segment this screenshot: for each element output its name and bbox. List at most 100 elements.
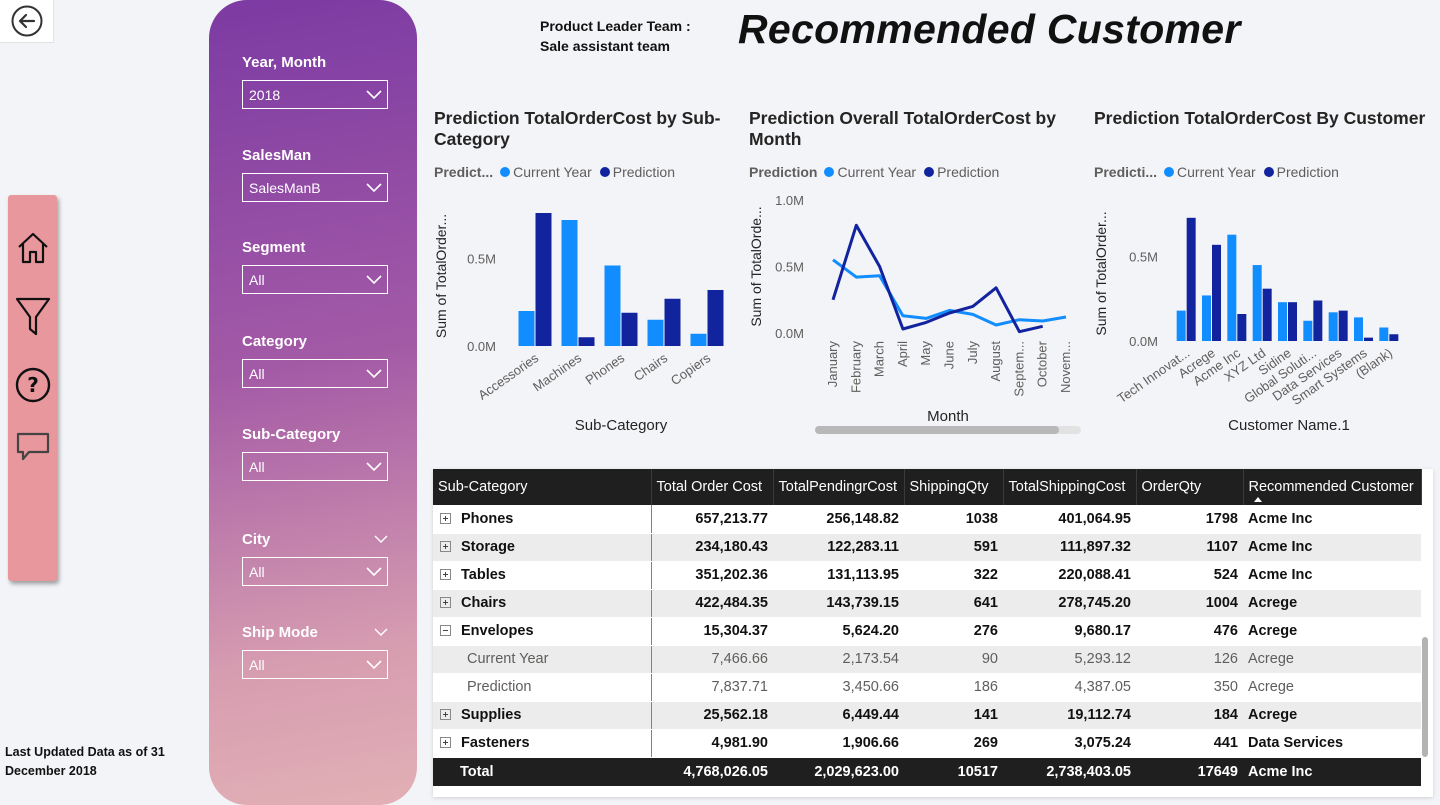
home-button[interactable]: [14, 228, 52, 268]
year-month-dropdown[interactable]: 2018: [242, 80, 388, 109]
chevron-down-icon: [366, 659, 382, 669]
expand-plus-icon[interactable]: [440, 569, 451, 580]
last-updated-line1: Last Updated Data as of 31: [5, 745, 165, 759]
expand-plus-icon[interactable]: [440, 541, 451, 552]
bar-prediction: [621, 312, 638, 346]
category-dropdown[interactable]: All: [242, 359, 388, 388]
x-tick-label: March: [872, 341, 887, 377]
dropdown-value: All: [249, 271, 265, 288]
team-label: Product Leader Team : Sale assistant tea…: [540, 16, 691, 56]
cell-recommended-customer: Data Services: [1243, 729, 1421, 758]
chat-button[interactable]: [14, 427, 52, 467]
table-row[interactable]: Phones 657,213.77 256,148.82 1038 401,06…: [433, 505, 1421, 534]
x-axis-label: Sub-Category: [575, 417, 668, 434]
cell-shipping-qty: 591: [904, 533, 1003, 562]
column-header-order-qty[interactable]: OrderQty: [1136, 469, 1244, 505]
table-row[interactable]: Fasteners 4,981.90 1,906.66 269 3,075.24…: [433, 729, 1421, 758]
bar-prediction: [1364, 337, 1373, 341]
column-header-shipping-qty[interactable]: ShippingQty: [904, 469, 1004, 505]
chevron-down-icon: [366, 368, 382, 378]
recommended-customer-matrix[interactable]: Sub-Category Total Order Cost TotalPendi…: [433, 469, 1433, 797]
expand-plus-icon[interactable]: [440, 709, 451, 720]
collapse-chevron-icon[interactable]: [374, 627, 388, 637]
collapse-chevron-icon[interactable]: [374, 534, 388, 544]
chart-subcategory[interactable]: Prediction TotalOrderCost by Sub-Categor…: [433, 108, 734, 438]
cell-shipping-qty: 641: [904, 589, 1003, 618]
table-row-child[interactable]: Current Year 7,466.66 2,173.54 90 5,293.…: [433, 645, 1421, 674]
x-tick-label: Novem...: [1058, 341, 1073, 393]
legend-dot-current-year: [824, 167, 835, 177]
slicer-label: Ship Mode: [242, 623, 318, 641]
cell-total-order-cost: 4,981.90: [651, 729, 773, 758]
collapse-minus-icon[interactable]: [440, 625, 451, 636]
legend-current-year: Current Year: [837, 164, 917, 180]
column-header-total-pending-cost[interactable]: TotalPendingrCost: [773, 469, 905, 505]
bar-current-year: [604, 265, 621, 346]
chart-horizontal-scrollbar[interactable]: [815, 426, 1081, 434]
salesman-dropdown[interactable]: SalesManB: [242, 173, 388, 202]
expand-plus-icon[interactable]: [440, 512, 451, 524]
chart-plot-month: 0.0M 0.5M 1.0M January February March April May…: [748, 193, 1073, 425]
chart-customer[interactable]: Prediction TotalOrderCost By Customer Pr…: [1093, 108, 1434, 438]
line-current-year: [832, 258, 1067, 327]
cell-total-pending-cost: 143,739.15: [773, 589, 904, 618]
sub-category-dropdown[interactable]: All: [242, 452, 388, 481]
column-header-total-order-cost[interactable]: Total Order Cost: [651, 469, 774, 505]
bar-prediction: [707, 290, 724, 346]
bar-prediction: [664, 298, 681, 346]
bar-current-year: [647, 319, 664, 346]
cell-shipping-qty: 276: [904, 617, 1003, 646]
bar-prediction: [578, 337, 595, 346]
home-icon: [18, 232, 48, 264]
table-row[interactable]: Envelopes 15,304.37 5,624.20 276 9,680.1…: [433, 617, 1421, 646]
expand-plus-icon[interactable]: [440, 597, 451, 608]
cell-total-shipping-cost: 4,387.05: [1003, 673, 1136, 702]
cell-total-order-cost: 657,213.77: [651, 505, 773, 534]
slicer-label: Year, Month: [242, 53, 327, 71]
x-tick-label: October: [1035, 340, 1050, 387]
table-header-row: Sub-Category Total Order Cost TotalPendi…: [433, 469, 1422, 505]
table-row[interactable]: Tables 351,202.36 131,113.95 322 220,088…: [433, 561, 1421, 590]
x-tick-label: February: [848, 341, 863, 394]
total-recommended-customer: Acme Inc: [1243, 757, 1421, 787]
slicer-label: Segment: [242, 238, 306, 256]
legend-dot-prediction: [924, 167, 935, 177]
cell-shipping-qty: 90: [904, 645, 1003, 674]
segment-dropdown[interactable]: All: [242, 265, 388, 294]
table-row[interactable]: Supplies 25,562.18 6,449.44 141 19,112.7…: [433, 701, 1421, 730]
help-button[interactable]: ?: [14, 365, 52, 405]
total-order-qty: 17649: [1136, 757, 1243, 787]
legend-dot-prediction: [599, 167, 610, 177]
column-header-total-shipping-cost[interactable]: TotalShippingCost: [1003, 469, 1137, 505]
expand-plus-icon[interactable]: [440, 737, 451, 748]
cell-total-pending-cost: 3,450.66: [773, 673, 904, 702]
filter-icon: [15, 297, 51, 336]
cell-total-shipping-cost: 220,088.41: [1003, 561, 1136, 590]
back-button[interactable]: [0, 0, 54, 43]
column-header-recommended-customer[interactable]: Recommended Customer: [1243, 469, 1422, 505]
matrix-table: Sub-Category Total Order Cost TotalPendi…: [433, 469, 1422, 787]
slicer-salesman: SalesMan SalesManB: [242, 145, 388, 202]
slicer-sub-category: Sub-Category All: [242, 424, 388, 481]
table-vertical-scrollbar[interactable]: [1422, 637, 1428, 757]
legend-prediction: Prediction: [937, 164, 1000, 180]
total-order-cost: 4,768,026.05: [651, 757, 773, 787]
table-row-child[interactable]: Prediction 7,837.71 3,450.66 186 4,387.0…: [433, 673, 1421, 702]
cell-total-order-cost: 15,304.37: [651, 617, 773, 646]
scrollbar-thumb[interactable]: [815, 426, 1059, 434]
bar-prediction: [1338, 310, 1348, 341]
chevron-down-icon: [366, 89, 382, 99]
table-row[interactable]: Chairs 422,484.35 143,739.15 641 278,745…: [433, 589, 1421, 618]
chart-month[interactable]: Prediction Overall TotalOrderCost by Mon…: [748, 108, 1079, 438]
table-row[interactable]: Storage 234,180.43 122,283.11 591 111,89…: [433, 533, 1421, 562]
cell-shipping-qty: 141: [904, 701, 1003, 730]
bar-prediction: [535, 213, 552, 346]
city-dropdown[interactable]: All: [242, 557, 388, 586]
cell-recommended-customer: Acrege: [1243, 617, 1421, 646]
ship-mode-dropdown[interactable]: All: [242, 650, 388, 679]
cell-total-shipping-cost: 401,064.95: [1003, 505, 1136, 534]
column-header-sub-category[interactable]: Sub-Category: [433, 469, 652, 505]
y-tick-label: 1.0M: [775, 193, 804, 208]
bar-current-year: [1303, 320, 1313, 341]
filter-button[interactable]: [14, 297, 52, 337]
